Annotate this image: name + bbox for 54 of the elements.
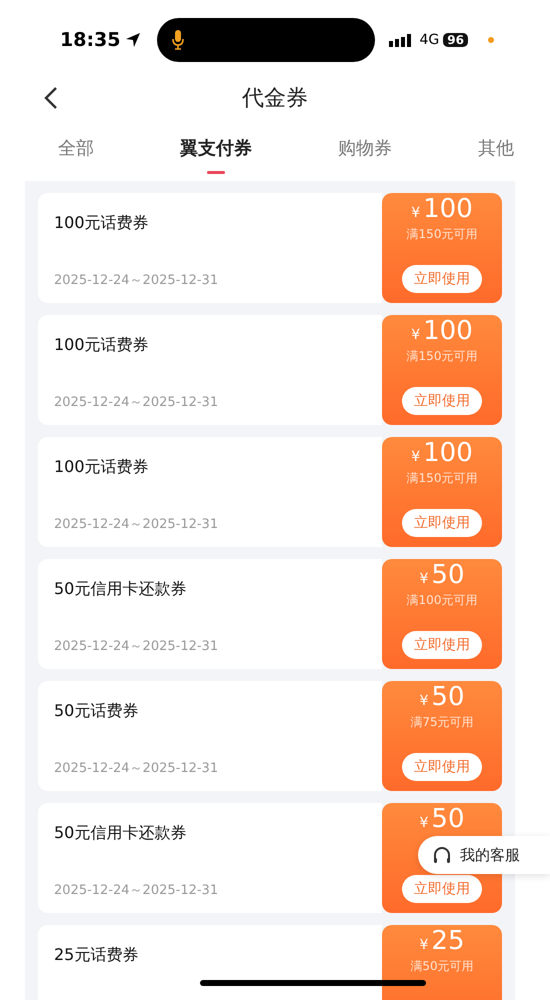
coupon-dates: 2025-12-24～2025-12-31: [54, 638, 220, 655]
coupon-amount: 50: [431, 561, 464, 590]
coupon-amount: 50: [431, 683, 464, 712]
network-label: 4G: [419, 32, 440, 48]
coupon-dates: 2025-12-24～2025-12-31: [54, 394, 220, 411]
tab[interactable]: 全部: [58, 136, 94, 174]
coupon-dates: 2025-12-24～2025-12-31: [54, 760, 220, 777]
privacy-dot: [488, 37, 494, 43]
battery-level: 96: [443, 33, 468, 47]
currency-sign: ¥: [419, 694, 428, 710]
coupon-dates: 2025-12-24～2025-12-31: [54, 272, 220, 289]
use-now-button[interactable]: 立即使用: [402, 631, 482, 659]
microphone-icon: [171, 29, 186, 51]
currency-sign: ¥: [411, 328, 420, 344]
tab[interactable]: 翼支付券: [180, 136, 252, 174]
use-now-button[interactable]: 立即使用: [402, 753, 482, 781]
coupon-amount: 100: [423, 439, 473, 468]
coupon-condition: 满150元可用: [406, 470, 478, 487]
currency-sign: ¥: [419, 938, 428, 954]
coupon-title: 25元话费券: [54, 945, 140, 966]
currency-sign: ¥: [419, 572, 428, 588]
use-now-button[interactable]: 立即使用: [402, 387, 482, 415]
customer-service-label: 我的客服: [460, 846, 520, 864]
coupon-condition: 满150元可用: [406, 348, 478, 365]
back-icon[interactable]: [44, 86, 58, 110]
currency-sign: ¥: [411, 206, 420, 222]
coupon-amount: 25: [431, 927, 464, 956]
coupon-title: 100元话费券: [54, 335, 150, 356]
currency-sign: ¥: [419, 816, 428, 832]
coupon-amount: 100: [423, 195, 473, 224]
coupon-title: 50元话费券: [54, 701, 140, 722]
coupon-amount: 100: [423, 317, 473, 346]
location-arrow-icon: [125, 32, 142, 48]
coupon-condition: 满150元可用: [406, 226, 478, 243]
use-now-button[interactable]: 立即使用: [402, 265, 482, 293]
currency-sign: ¥: [411, 450, 420, 466]
use-now-button[interactable]: 立即使用: [402, 875, 482, 903]
coupon-condition: 满50元可用: [410, 958, 474, 975]
headset-icon: [432, 845, 452, 865]
tab[interactable]: 购物券: [338, 136, 392, 174]
coupon-title: 50元信用卡还款券: [54, 579, 188, 600]
coupon-title: 100元话费券: [54, 457, 150, 478]
page-title: 代金券: [242, 85, 308, 113]
coupon-condition: 满75元可用: [410, 714, 474, 731]
coupon-dates: 2025-12-24～2025-12-31: [54, 882, 220, 899]
coupon-title: 100元话费券: [54, 213, 150, 234]
coupon-title: 50元信用卡还款券: [54, 823, 188, 844]
coupon-dates: 2025-12-24～2025-12-31: [54, 516, 220, 533]
customer-service-button[interactable]: 我的客服: [418, 836, 550, 874]
clock-time: 18:35: [60, 29, 120, 51]
tab[interactable]: 其他: [478, 136, 514, 174]
coupon-amount: 50: [431, 805, 464, 834]
coupon-condition: 满100元可用: [406, 592, 478, 609]
use-now-button[interactable]: 立即使用: [402, 509, 482, 537]
